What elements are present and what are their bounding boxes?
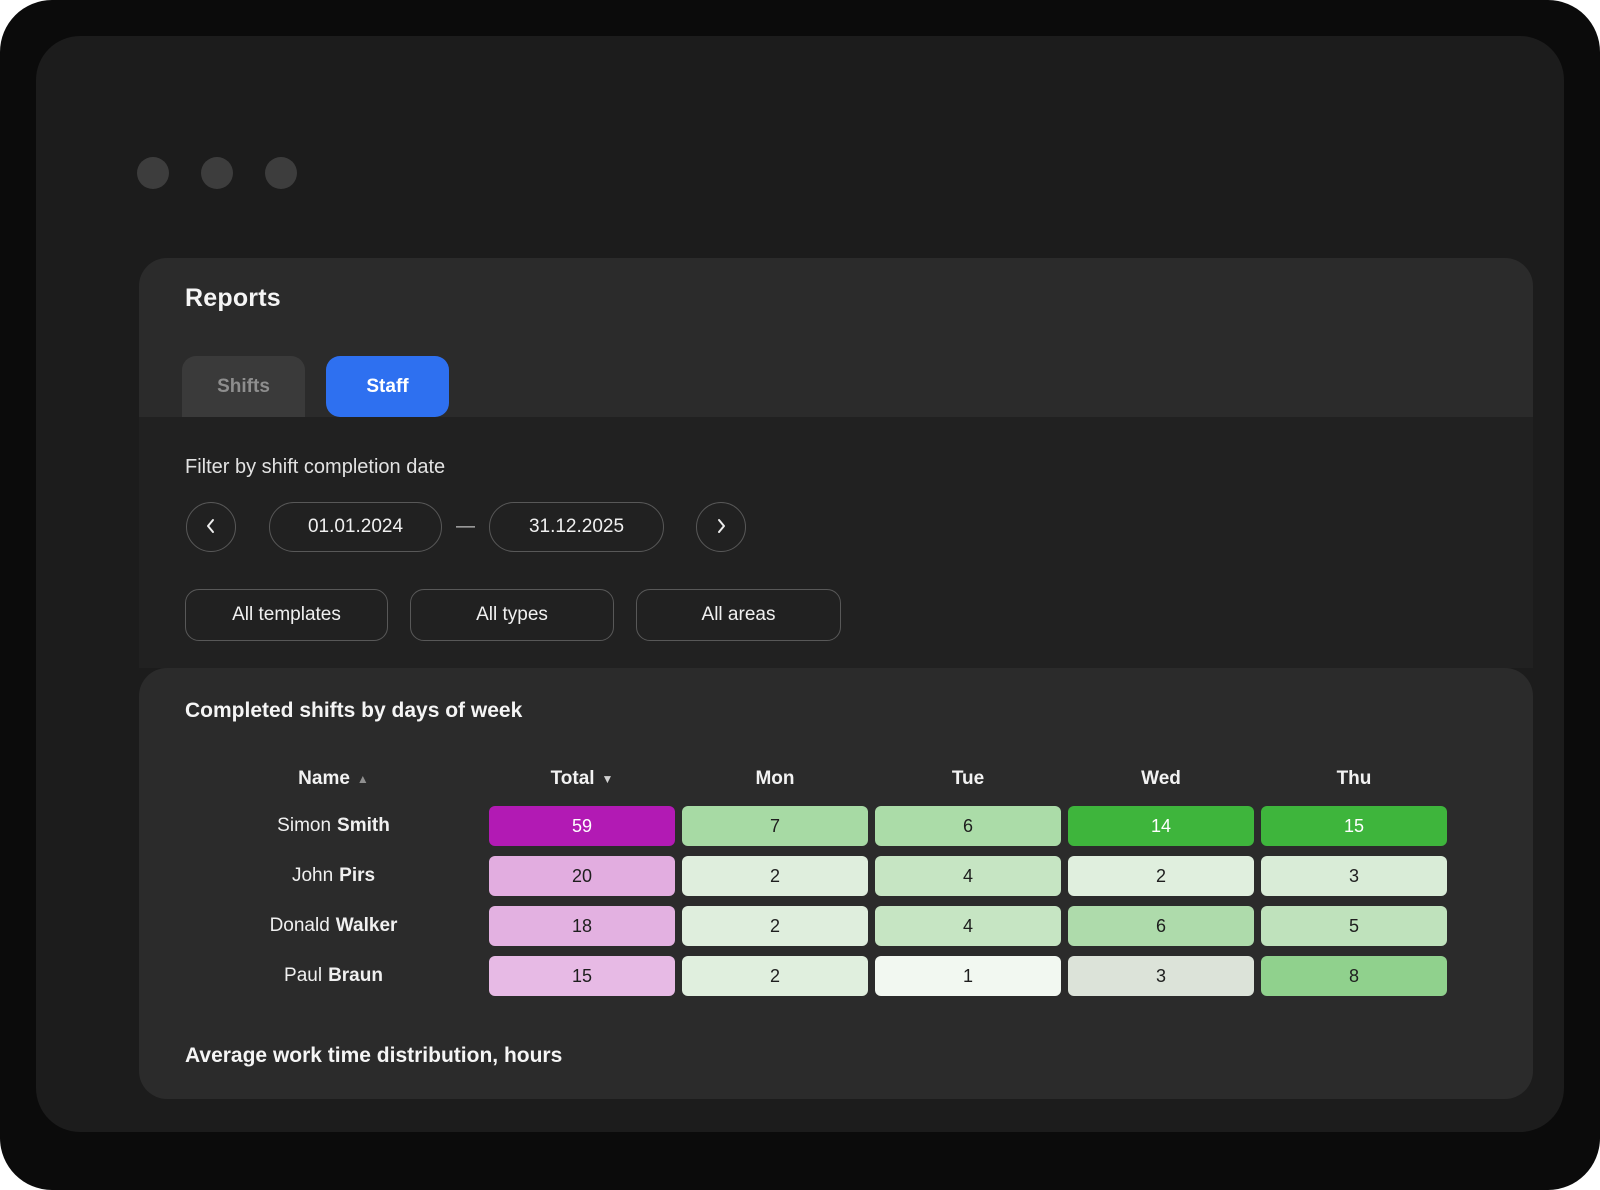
date-from-input[interactable]: 01.01.2024	[269, 502, 442, 552]
report-tabs: Shifts Staff	[182, 356, 449, 417]
prev-date-range-button[interactable]	[186, 502, 236, 552]
last-name: Pirs	[339, 865, 375, 887]
report-table-card: Completed shifts by days of week Name ▲ …	[139, 668, 1533, 1099]
column-header-total-label: Total	[551, 768, 595, 790]
page-title: Reports	[185, 284, 281, 313]
section-title: Completed shifts by days of week	[185, 699, 522, 723]
row-name: John Pirs	[185, 856, 482, 896]
reports-header-card: Reports Shifts Staff	[139, 258, 1533, 417]
shifts-by-day-table: Name ▲ Total ▼ Mon Tue Wed Thu Simon Smi…	[185, 762, 1447, 996]
day-cell-tue: 6	[875, 806, 1061, 846]
day-cell-mon: 2	[682, 956, 868, 996]
day-cell-mon: 7	[682, 806, 868, 846]
total-cell: 15	[489, 956, 675, 996]
sort-desc-icon: ▼	[602, 772, 614, 786]
all-templates-button[interactable]: All templates	[185, 589, 388, 641]
next-date-range-button[interactable]	[696, 502, 746, 552]
tab-staff[interactable]: Staff	[326, 356, 449, 417]
filter-label: Filter by shift completion date	[185, 456, 445, 479]
row-name: Simon Smith	[185, 806, 482, 846]
day-cell-thu: 8	[1261, 956, 1447, 996]
date-range-separator: —	[456, 516, 475, 538]
day-cell-wed: 3	[1068, 956, 1254, 996]
day-cell-thu: 5	[1261, 906, 1447, 946]
date-range-row: 01.01.2024 — 31.12.2025	[186, 502, 746, 552]
column-header-mon: Mon	[682, 762, 868, 796]
column-header-tue: Tue	[875, 762, 1061, 796]
total-cell: 59	[489, 806, 675, 846]
day-cell-wed: 14	[1068, 806, 1254, 846]
filter-buttons-row: All templates All types All areas	[185, 589, 841, 641]
first-name: John	[292, 865, 333, 887]
row-name: Paul Braun	[185, 956, 482, 996]
last-name: Smith	[337, 815, 390, 837]
all-areas-button[interactable]: All areas	[636, 589, 841, 641]
day-cell-thu: 3	[1261, 856, 1447, 896]
day-cell-mon: 2	[682, 906, 868, 946]
window-dot-icon	[201, 157, 233, 189]
column-header-name[interactable]: Name ▲	[185, 762, 482, 796]
column-header-wed: Wed	[1068, 762, 1254, 796]
day-cell-tue: 4	[875, 906, 1061, 946]
app-surface: Reports Shifts Staff Filter by shift com…	[36, 36, 1564, 1132]
column-header-name-label: Name	[298, 768, 350, 790]
app-window-frame: Reports Shifts Staff Filter by shift com…	[0, 0, 1600, 1190]
day-cell-tue: 4	[875, 856, 1061, 896]
first-name: Donald	[270, 915, 330, 937]
page: Reports Shifts Staff Filter by shift com…	[0, 0, 1600, 1190]
day-cell-thu: 15	[1261, 806, 1447, 846]
day-cell-mon: 2	[682, 856, 868, 896]
day-cell-tue: 1	[875, 956, 1061, 996]
window-dot-icon	[265, 157, 297, 189]
total-cell: 20	[489, 856, 675, 896]
tab-shifts[interactable]: Shifts	[182, 356, 305, 417]
first-name: Simon	[277, 815, 331, 837]
day-cell-wed: 6	[1068, 906, 1254, 946]
window-controls	[137, 157, 297, 189]
chevron-right-icon	[714, 518, 728, 537]
window-dot-icon	[137, 157, 169, 189]
chevron-left-icon	[204, 518, 218, 537]
column-header-total[interactable]: Total ▼	[489, 762, 675, 796]
filter-section: Filter by shift completion date 01.01.20…	[139, 417, 1533, 668]
total-cell: 18	[489, 906, 675, 946]
sort-asc-icon: ▲	[357, 772, 369, 786]
all-types-button[interactable]: All types	[410, 589, 614, 641]
day-cell-wed: 2	[1068, 856, 1254, 896]
row-name: Donald Walker	[185, 906, 482, 946]
date-to-input[interactable]: 31.12.2025	[489, 502, 664, 552]
last-name: Braun	[328, 965, 383, 987]
first-name: Paul	[284, 965, 322, 987]
avg-work-time-title: Average work time distribution, hours	[185, 1044, 562, 1068]
column-header-thu: Thu	[1261, 762, 1447, 796]
last-name: Walker	[336, 915, 398, 937]
